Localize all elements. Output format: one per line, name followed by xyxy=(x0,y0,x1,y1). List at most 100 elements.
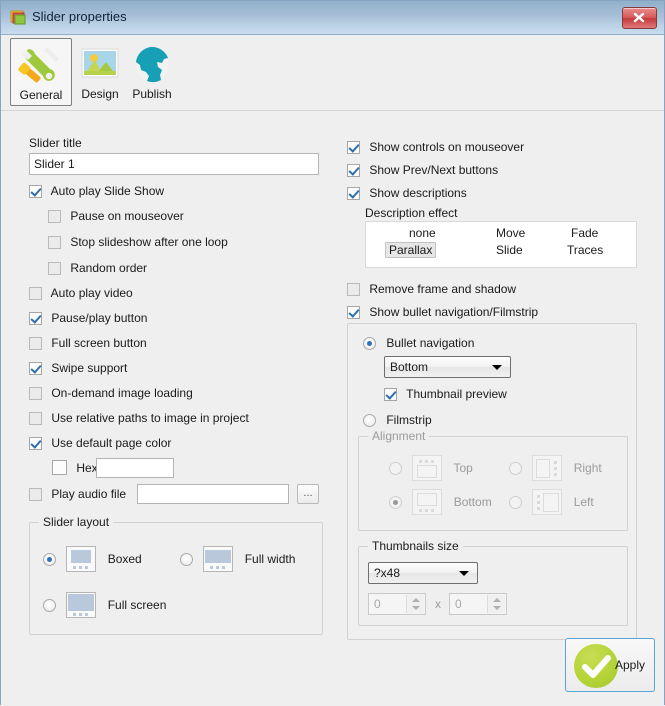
full-screen-radio[interactable] xyxy=(43,599,56,612)
image-icon xyxy=(10,9,26,25)
thumbnail-preview-checkbox[interactable] xyxy=(384,388,397,401)
left-column: Slider title Auto play Slide Show Pause … xyxy=(1,111,341,706)
random-order-checkbox[interactable] xyxy=(48,262,61,275)
thumbnails-size-combo[interactable]: ?x48 xyxy=(368,562,478,584)
checkbox-row-pause-play-button[interactable]: Pause/play button xyxy=(29,309,147,327)
bullet-navigation-option[interactable]: Bullet navigation xyxy=(363,336,474,350)
alignment-bottom-label: Bottom xyxy=(453,495,492,509)
thumb-width-value: 0 xyxy=(374,597,381,611)
audio-file-input[interactable] xyxy=(137,484,289,504)
slider-layout-group: Slider layout Boxed Full width Full scre… xyxy=(29,515,323,635)
stop-after-one-loop-checkbox[interactable] xyxy=(48,236,61,249)
apply-button[interactable]: Apply xyxy=(565,638,655,692)
effect-item-none[interactable]: none xyxy=(409,226,436,240)
checkbox-row-show-bullet-nav[interactable]: Show bullet navigation/Filmstrip xyxy=(347,303,538,321)
effect-item-traces[interactable]: Traces xyxy=(567,243,603,257)
auto-play-slideshow-label: Auto play Slide Show xyxy=(50,184,165,198)
checkbox-row-default-page-color[interactable]: Use default page color xyxy=(29,434,171,452)
alignment-bottom-radio xyxy=(389,496,402,509)
close-icon[interactable] xyxy=(622,7,657,29)
alignment-top-radio xyxy=(389,462,402,475)
default-page-color-checkbox[interactable] xyxy=(29,437,42,450)
boxed-thumbnail-icon[interactable] xyxy=(66,546,97,572)
checkbox-row-show-prev-next[interactable]: Show Prev/Next buttons xyxy=(347,161,498,179)
checkbox-row-show-descriptions[interactable]: Show descriptions xyxy=(347,184,467,202)
checkbox-row-hex[interactable]: Hex xyxy=(52,459,98,477)
remove-frame-checkbox[interactable] xyxy=(347,283,360,296)
full-width-thumbnail-icon[interactable] xyxy=(203,546,234,572)
thumb-height-value: 0 xyxy=(455,597,462,611)
spin-down-icon xyxy=(412,606,420,610)
full-width-radio[interactable] xyxy=(180,553,193,566)
checkbox-row-random-order[interactable]: Random order xyxy=(48,259,147,277)
checkbox-row-relative-paths[interactable]: Use relative paths to image in project xyxy=(29,409,249,427)
thumb-width-spin-buttons xyxy=(406,595,424,613)
bullet-position-combo[interactable]: Bottom xyxy=(384,356,511,378)
spin-down-icon xyxy=(493,606,501,610)
full-screen-thumbnail-icon[interactable] xyxy=(66,592,97,618)
alignment-option-left: Left xyxy=(509,489,594,515)
checkbox-row-auto-play-slideshow[interactable]: Auto play Slide Show xyxy=(29,182,164,200)
effect-item-fade[interactable]: Fade xyxy=(571,226,598,240)
relative-paths-checkbox[interactable] xyxy=(29,412,42,425)
checkbox-row-thumbnail-preview[interactable]: Thumbnail preview xyxy=(384,387,507,401)
swipe-support-checkbox[interactable] xyxy=(29,362,42,375)
stop-after-one-loop-label: Stop slideshow after one loop xyxy=(70,235,228,249)
slider-layout-group-title: Slider layout xyxy=(39,515,114,529)
relative-paths-label: Use relative paths to image in project xyxy=(51,411,249,425)
show-prev-next-checkbox[interactable] xyxy=(347,164,360,177)
show-controls-checkbox[interactable] xyxy=(347,141,360,154)
show-bullet-nav-checkbox[interactable] xyxy=(347,306,360,319)
tab-general[interactable]: General xyxy=(10,38,72,106)
effect-item-slide[interactable]: Slide xyxy=(496,243,523,257)
swipe-support-label: Swipe support xyxy=(51,361,128,375)
alignment-option-right: Right xyxy=(509,455,602,481)
thumbnail-preview-label: Thumbnail preview xyxy=(406,387,507,401)
layout-option-full-screen[interactable]: Full screen xyxy=(43,592,166,618)
alignment-option-top: Top xyxy=(389,455,473,481)
effect-item-parallax[interactable]: Parallax xyxy=(385,242,437,258)
show-descriptions-checkbox[interactable] xyxy=(347,187,360,200)
hex-label: Hex xyxy=(76,461,98,475)
play-audio-file-label: Play audio file xyxy=(51,487,127,501)
play-audio-file-checkbox[interactable] xyxy=(29,488,42,501)
full-screen-button-checkbox[interactable] xyxy=(29,337,42,350)
description-effect-listbox[interactable]: none Move Fade Parallax Slide Traces xyxy=(365,221,637,268)
thumb-height-spin-buttons xyxy=(487,595,505,613)
bullet-navigation-radio[interactable] xyxy=(363,337,376,350)
globe-icon xyxy=(121,40,183,88)
layout-option-full-width[interactable]: Full width xyxy=(180,546,295,572)
default-page-color-label: Use default page color xyxy=(51,436,172,450)
auto-play-slideshow-checkbox[interactable] xyxy=(29,185,42,198)
checkbox-row-remove-frame[interactable]: Remove frame and shadow xyxy=(347,280,516,298)
bullet-position-value: Bottom xyxy=(390,360,429,374)
alignment-option-bottom: Bottom xyxy=(389,489,492,515)
pause-play-button-checkbox[interactable] xyxy=(29,312,42,325)
checkbox-row-show-controls[interactable]: Show controls on mouseover xyxy=(347,138,524,156)
checkbox-row-swipe-support[interactable]: Swipe support xyxy=(29,359,127,377)
align-bottom-thumbnail-icon xyxy=(412,489,443,515)
on-demand-loading-checkbox[interactable] xyxy=(29,387,42,400)
right-column: Show controls on mouseover Show Prev/Nex… xyxy=(341,111,665,706)
pause-on-mouseover-checkbox[interactable] xyxy=(48,210,61,223)
effect-item-move[interactable]: Move xyxy=(496,226,525,240)
browse-audio-button[interactable]: ... xyxy=(297,484,319,504)
tab-publish-label: Publish xyxy=(132,87,172,101)
alignment-left-radio xyxy=(509,496,522,509)
slider-title-input[interactable] xyxy=(29,153,319,175)
bullet-navigation-label: Bullet navigation xyxy=(386,336,475,350)
checkbox-row-full-screen-button[interactable]: Full screen button xyxy=(29,334,147,352)
tab-publish[interactable]: Publish xyxy=(121,38,183,106)
checkbox-row-pause-on-mouseover[interactable]: Pause on mouseover xyxy=(48,207,184,225)
boxed-radio[interactable] xyxy=(43,553,56,566)
auto-play-video-checkbox[interactable] xyxy=(29,287,42,300)
checkbox-row-auto-play-video[interactable]: Auto play video xyxy=(29,284,133,302)
hex-checkbox[interactable] xyxy=(52,460,67,475)
checkbox-row-play-audio-file[interactable]: Play audio file xyxy=(29,485,126,503)
filmstrip-radio[interactable] xyxy=(363,414,376,427)
checkbox-row-stop-after-one-loop[interactable]: Stop slideshow after one loop xyxy=(48,233,228,251)
hex-input[interactable] xyxy=(96,458,174,478)
layout-option-boxed[interactable]: Boxed xyxy=(43,546,142,572)
checkbox-row-on-demand-loading[interactable]: On-demand image loading xyxy=(29,384,193,402)
filmstrip-option[interactable]: Filmstrip xyxy=(363,413,432,427)
